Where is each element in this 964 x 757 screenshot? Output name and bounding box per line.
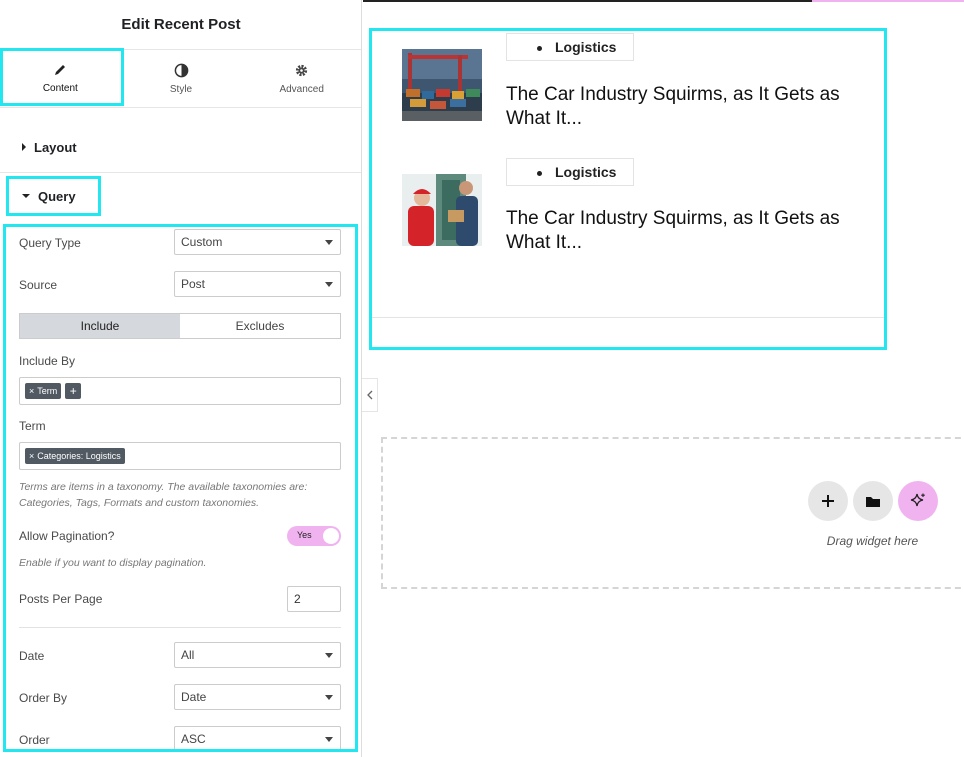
chevron-down-icon xyxy=(325,240,333,245)
include-by-tag[interactable]: × Term xyxy=(25,383,62,399)
chevron-down-icon xyxy=(325,653,333,658)
excludes-button[interactable]: Excludes xyxy=(180,314,340,338)
term-label: Term xyxy=(19,419,46,433)
include-by-tag-label: Term xyxy=(37,386,58,396)
query-type-value: Custom xyxy=(181,235,223,249)
caret-down-icon xyxy=(22,194,30,198)
add-section-button[interactable] xyxy=(808,481,848,521)
ai-button[interactable] xyxy=(898,481,938,521)
plus-icon xyxy=(822,495,834,507)
top-edge-accent xyxy=(812,0,964,2)
remove-tag-icon[interactable]: × xyxy=(29,386,34,396)
tab-advanced[interactable]: Advanced xyxy=(241,50,361,107)
term-tag[interactable]: × Categories: Logistics xyxy=(25,448,125,464)
caret-right-icon xyxy=(22,143,26,151)
add-tag-button[interactable]: + xyxy=(65,383,82,399)
term-field[interactable]: × Categories: Logistics xyxy=(19,442,341,470)
section-layout[interactable]: Layout xyxy=(0,122,361,172)
order-value: ASC xyxy=(181,732,206,746)
source-select[interactable]: Post xyxy=(174,271,341,297)
post-category-label: Logistics xyxy=(555,164,617,180)
include-exclude-switch: Include Excludes xyxy=(19,313,341,339)
term-help-text: Terms are items in a taxonomy. The avail… xyxy=(19,481,308,509)
include-by-label: Include By xyxy=(19,354,76,368)
query-type-label: Query Type xyxy=(19,236,81,250)
posts-per-page-input[interactable]: 2 xyxy=(287,586,341,612)
source-value: Post xyxy=(181,277,206,291)
section-query[interactable]: Query xyxy=(0,171,361,221)
post-category-badge[interactable]: Logistics xyxy=(506,33,634,61)
chevron-down-icon xyxy=(325,737,333,742)
add-template-button[interactable] xyxy=(853,481,893,521)
panel-title: Edit Recent Post xyxy=(0,0,361,50)
remove-tag-icon[interactable]: × xyxy=(29,451,34,461)
contrast-icon xyxy=(174,63,188,77)
sparkle-icon xyxy=(910,493,925,507)
date-select[interactable]: All xyxy=(174,642,341,668)
widget-divider xyxy=(371,317,886,318)
pagination-label: Allow Pagination? xyxy=(19,529,115,543)
post-category-badge[interactable]: Logistics xyxy=(506,158,634,186)
date-label: Date xyxy=(19,649,45,663)
tab-style-label: Style xyxy=(169,83,193,95)
toggle-knob xyxy=(323,528,339,544)
tab-advanced-label: Advanced xyxy=(279,83,324,95)
panel-tabs: Content Style Advanced xyxy=(0,50,361,108)
chevron-down-icon xyxy=(325,282,333,287)
divider xyxy=(19,627,341,628)
tab-content-label: Content xyxy=(42,83,78,94)
shipping-containers-image[interactable] xyxy=(402,49,482,121)
term-tag-label: Categories: Logistics xyxy=(37,451,121,461)
chevron-left-icon xyxy=(366,390,372,400)
query-type-select[interactable]: Custom xyxy=(174,229,341,255)
gear-icon xyxy=(296,64,308,76)
pagination-toggle-value: Yes xyxy=(297,530,312,540)
posts-per-page-label: Posts Per Page xyxy=(19,592,103,606)
folder-icon xyxy=(866,497,880,507)
order-label: Order xyxy=(19,733,50,747)
pencil-icon xyxy=(55,65,66,75)
post-category-label: Logistics xyxy=(555,39,617,55)
collapse-panel-button[interactable] xyxy=(362,378,378,412)
bullet-icon xyxy=(537,46,542,51)
order-by-select[interactable]: Date xyxy=(174,684,341,710)
post-title[interactable]: The Car Industry Squirms, as It Gets as … xyxy=(506,207,846,255)
order-select[interactable]: ASC xyxy=(174,726,341,752)
editor-panel: Edit Recent Post Content Style Advanced … xyxy=(0,0,362,757)
section-layout-label: Layout xyxy=(34,139,77,155)
chevron-down-icon xyxy=(325,695,333,700)
delivery-workers-image[interactable] xyxy=(402,174,482,246)
section-query-label: Query xyxy=(38,188,76,204)
source-label: Source xyxy=(19,278,58,292)
date-value: All xyxy=(181,648,195,662)
drag-widget-hint: Drag widget here xyxy=(826,534,919,548)
post-title[interactable]: The Car Industry Squirms, as It Gets as … xyxy=(506,83,846,131)
bullet-icon xyxy=(537,171,542,176)
tab-content[interactable]: Content xyxy=(0,50,121,107)
order-by-value: Date xyxy=(181,690,207,704)
tab-style[interactable]: Style xyxy=(121,50,242,107)
pagination-help-text: Enable if you want to display pagination… xyxy=(19,557,207,569)
pagination-toggle[interactable]: Yes xyxy=(287,526,341,546)
include-button[interactable]: Include xyxy=(20,314,180,338)
order-by-label: Order By xyxy=(19,691,68,705)
include-by-field[interactable]: × Term + xyxy=(19,377,341,405)
